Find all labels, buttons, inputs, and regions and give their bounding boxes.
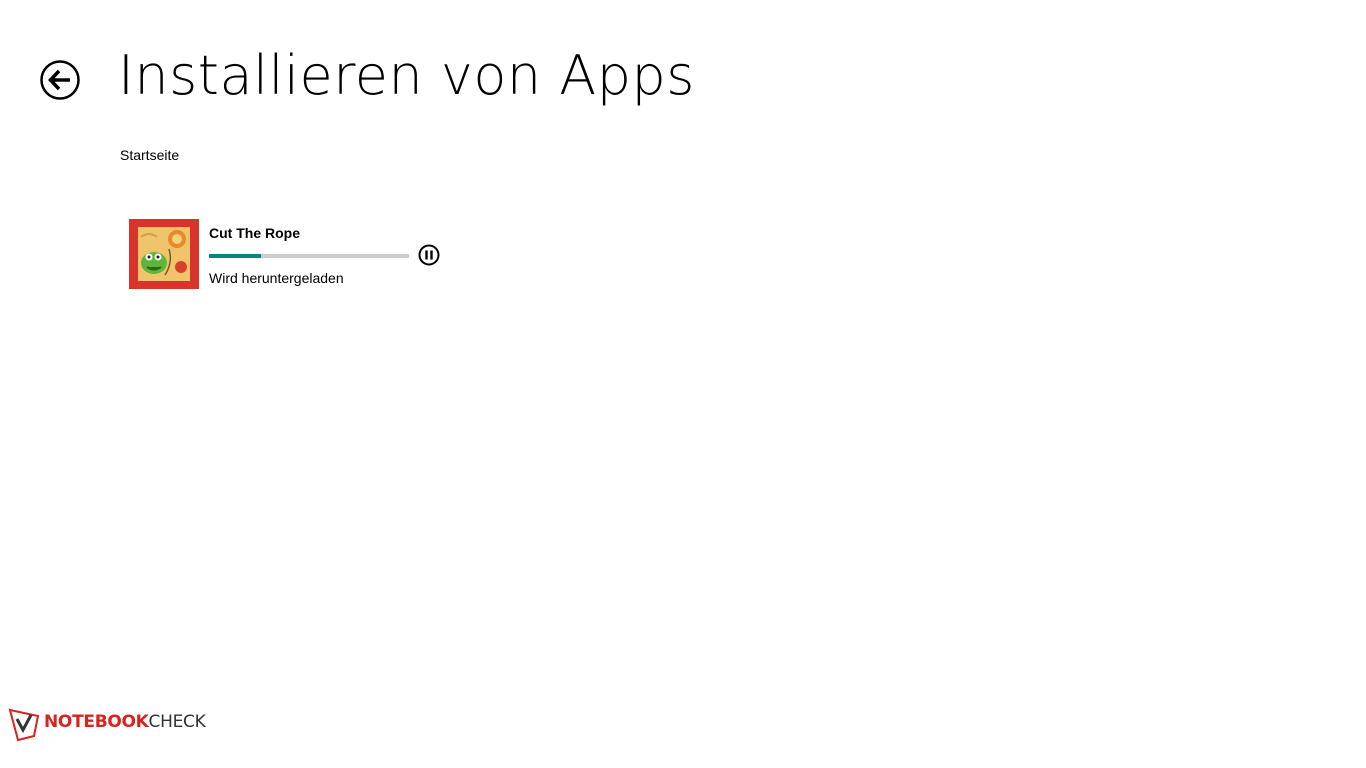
download-status: Wird heruntergeladen <box>209 270 344 286</box>
pause-circle-icon <box>418 244 440 266</box>
watermark-brand-part2: CHECK <box>148 712 206 732</box>
notebookcheck-watermark: NOTEBOOKCHECK <box>8 704 206 744</box>
app-tile-icon <box>129 219 199 289</box>
app-name: Cut The Rope <box>209 225 300 241</box>
pause-button[interactable] <box>418 244 440 266</box>
notebookcheck-logo-icon <box>8 708 40 742</box>
installing-apps-page: Installieren von Apps Startseite Cut The… <box>0 0 1366 768</box>
download-progress-bar <box>209 254 409 258</box>
download-progress-fill <box>209 254 261 258</box>
back-button[interactable] <box>40 60 80 100</box>
page-title: Installieren von Apps <box>118 44 695 107</box>
watermark-brand-part1: NOTEBOOK <box>44 712 149 732</box>
download-item[interactable]: Cut The Rope Wird heruntergeladen <box>129 219 449 289</box>
section-label-startseite: Startseite <box>120 147 180 163</box>
back-arrow-circle-icon <box>40 60 80 100</box>
